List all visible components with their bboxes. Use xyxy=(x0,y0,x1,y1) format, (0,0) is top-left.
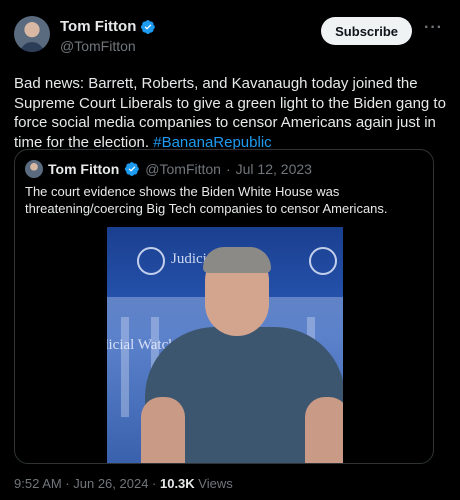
author-name[interactable]: Tom Fitton xyxy=(60,18,136,35)
tweet-header: Tom Fitton @TomFitton Subscribe ··· xyxy=(14,14,446,54)
quoted-header: Tom Fitton @TomFitton · Jul 12, 2023 xyxy=(25,160,312,178)
subscribe-button[interactable]: Subscribe xyxy=(321,17,412,45)
quoted-date: Jul 12, 2023 xyxy=(235,161,312,177)
quoted-media-image[interactable]: Judicial Watch dicial Watch xyxy=(107,227,343,463)
person-hair xyxy=(203,247,271,273)
author-handle[interactable]: @TomFitton xyxy=(60,38,156,54)
timestamp[interactable]: 9:52 AM · Jun 26, 2024 · xyxy=(14,476,160,491)
quoted-verified-badge-icon xyxy=(125,162,140,176)
avatar[interactable] xyxy=(14,16,50,52)
quoted-separator: · xyxy=(225,161,231,177)
verified-badge-icon xyxy=(141,19,156,34)
author-name-row: Tom Fitton xyxy=(60,18,156,35)
person-figure xyxy=(141,247,343,463)
hashtag-link[interactable]: #BananaRepublic xyxy=(153,134,271,151)
quoted-author-handle: @TomFitton xyxy=(145,161,221,177)
quoted-text: The court evidence shows the Biden White… xyxy=(25,184,388,216)
tweet-text: Bad news: Barrett, Roberts, and Kavanaug… xyxy=(14,74,446,152)
quoted-avatar xyxy=(25,160,43,178)
person-arm xyxy=(141,397,185,463)
building-column xyxy=(121,317,129,417)
views-count: 10.3K xyxy=(159,476,195,491)
person-arm xyxy=(305,397,343,463)
quoted-tweet[interactable]: Tom Fitton @TomFitton · Jul 12, 2023 The… xyxy=(14,149,434,464)
tweet-footer: 9:52 AM · Jun 26, 2024 · 10.3K Views xyxy=(14,476,233,491)
author-block: Tom Fitton @TomFitton xyxy=(60,18,156,54)
quoted-author-name: Tom Fitton xyxy=(48,161,120,177)
more-options-icon[interactable]: ··· xyxy=(424,20,446,40)
views-label: Views xyxy=(194,476,233,491)
